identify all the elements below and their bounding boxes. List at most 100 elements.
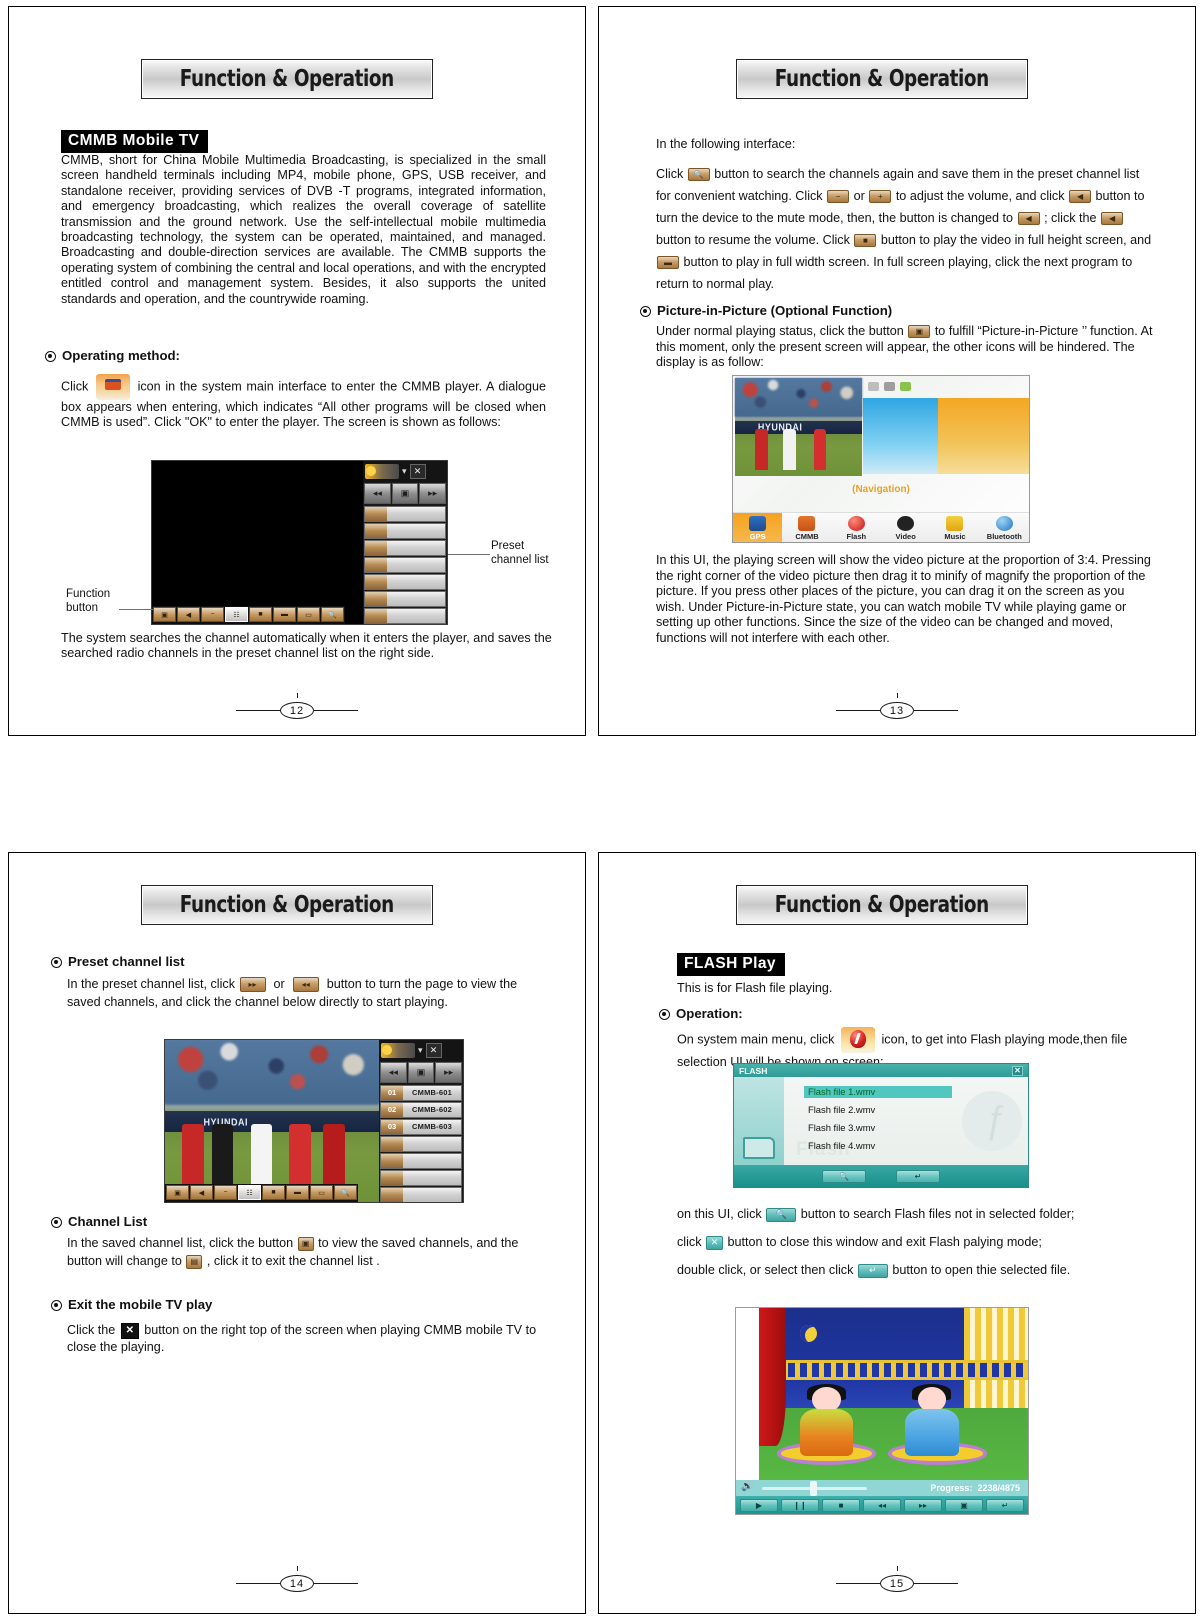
scoreboard-text: HYUNDAI xyxy=(203,1116,249,1128)
pause-button[interactable]: ❙❙ xyxy=(781,1498,819,1512)
flash-window-toolbar[interactable]: 🔍 ↵ xyxy=(734,1165,1028,1187)
rewind-button[interactable]: ◂◂ xyxy=(863,1498,901,1512)
flash-player-controls[interactable]: ▶ ❙❙ ■ ◂◂ ▸▸ ▣ ↵ xyxy=(736,1496,1028,1514)
page-number-14: 14 xyxy=(236,1575,358,1592)
muted-icon: ◀ xyxy=(1017,212,1040,226)
curtain xyxy=(759,1308,786,1446)
exit-button[interactable]: ↵ xyxy=(986,1498,1024,1512)
full-width-icon[interactable]: ▬ xyxy=(286,1185,309,1200)
table-row[interactable] xyxy=(380,1187,462,1202)
flash-file-list[interactable]: Flash Flash file 1.wmv Flash file 2.wmv … xyxy=(784,1077,1028,1165)
flash-progress-bar[interactable]: Progress: 2238/4875 xyxy=(736,1480,1028,1496)
close-icon[interactable]: ✕ xyxy=(1012,1065,1023,1076)
search-icon: 🔍 xyxy=(687,168,710,182)
pip-icon[interactable]: ▣ xyxy=(153,607,176,622)
folder-icon[interactable] xyxy=(743,1137,775,1159)
preset-callout-leader xyxy=(448,554,490,555)
mute-icon[interactable]: ◀ xyxy=(177,607,200,622)
list-item[interactable] xyxy=(364,591,446,607)
search-icon[interactable]: 🔍 xyxy=(822,1169,866,1183)
channel-name: CMMB-603 xyxy=(403,1120,461,1134)
page-12: Function & Operation CMMB Mobile TV CMMB… xyxy=(8,6,586,736)
actor-left xyxy=(794,1384,858,1456)
pip-closing-paragraph: In this UI, the playing screen will show… xyxy=(656,553,1151,645)
prev-page-button[interactable]: ◂◂ xyxy=(364,483,391,504)
widescreen-icon[interactable]: ▭ xyxy=(310,1185,333,1200)
stop-button[interactable]: ■ xyxy=(822,1498,860,1512)
volume-down-icon[interactable]: − xyxy=(214,1185,237,1200)
open-enter-icon: ↵ xyxy=(857,1263,888,1278)
search-icon[interactable]: 🔍 xyxy=(334,1185,357,1200)
volume-up-icon[interactable]: ☷ xyxy=(238,1185,261,1200)
page-15: Function & Operation FLASH Play This is … xyxy=(598,852,1196,1614)
slider-handle[interactable] xyxy=(810,1480,818,1496)
table-row[interactable]: 03 CMMB-603 xyxy=(380,1119,462,1135)
dock-item-music[interactable]: Music xyxy=(930,513,979,542)
table-row[interactable] xyxy=(380,1170,462,1186)
page-12-banner: Function & Operation xyxy=(141,59,433,99)
pip-icon[interactable]: ▣ xyxy=(166,1185,189,1200)
page-number-13: 13 xyxy=(836,702,958,719)
full-height-icon: ■ xyxy=(854,234,877,248)
dock-item-flash[interactable]: Flash xyxy=(832,513,881,542)
list-item[interactable] xyxy=(364,540,446,556)
volume-up-icon[interactable]: ☷ xyxy=(225,607,248,622)
list-item[interactable]: Flash file 4.wmv xyxy=(804,1140,879,1152)
progress-value: 2238/4875 xyxy=(977,1483,1020,1493)
pip-video-window[interactable]: HYUNDAI xyxy=(735,378,862,476)
full-width-icon[interactable]: ▬ xyxy=(273,607,296,622)
unmute-icon: ◀ xyxy=(1101,212,1124,226)
widescreen-icon[interactable]: ▭ xyxy=(297,607,320,622)
fullscreen-button[interactable]: ▣ xyxy=(945,1498,983,1512)
forward-button[interactable]: ▸▸ xyxy=(904,1498,942,1512)
hide-channel-list-icon: ▤ xyxy=(186,1254,203,1269)
list-item[interactable]: Flash file 2.wmv xyxy=(804,1104,879,1116)
page-number-value: 12 xyxy=(280,702,314,719)
flash-stage xyxy=(736,1308,1028,1480)
list-item[interactable] xyxy=(364,506,446,522)
table-row[interactable] xyxy=(380,1136,462,1152)
speaker-icon[interactable] xyxy=(741,1481,756,1494)
preset-text-a: In the preset channel list, click xyxy=(67,977,235,991)
table-row[interactable] xyxy=(380,1153,462,1169)
music-icon xyxy=(946,516,964,531)
dock-item-cmmb[interactable]: CMMB xyxy=(782,513,831,542)
flash-after-paragraph-1: on this UI, click 🔍 button to search Fla… xyxy=(677,1203,1157,1226)
table-row[interactable]: 01 CMMB-601 xyxy=(380,1085,462,1101)
next-page-button[interactable]: ▸▸ xyxy=(435,1062,463,1083)
dock-item-gps[interactable]: GPS xyxy=(733,513,783,542)
page-13-banner: Function & Operation xyxy=(736,59,1028,99)
table-row[interactable]: 02 CMMB-602 xyxy=(380,1102,462,1118)
bluetooth-icon xyxy=(995,516,1013,531)
list-item[interactable] xyxy=(364,557,446,573)
preset-channel-list[interactable]: 01 CMMB-601 02 CMMB-602 03 CMMB-603 xyxy=(380,1085,462,1202)
dock-item-bluetooth[interactable]: Bluetooth xyxy=(980,513,1029,542)
search-icon[interactable]: 🔍 xyxy=(321,607,344,622)
flash-after-paragraph-2: click ✕ button to close this window and … xyxy=(677,1231,1157,1254)
list-item[interactable] xyxy=(364,608,446,624)
close-icon[interactable]: ✕ xyxy=(425,1043,442,1058)
cmmb-channel-list-screenshot: HYUNDAI ▾ ✕ ◂◂ ▣ ▸▸ 01 CMMB-601 02 CMMB-… xyxy=(164,1039,464,1203)
main-menu-dock[interactable]: GPS CMMB Flash Video Music Bluetooth xyxy=(733,512,1029,542)
dock-item-video[interactable]: Video xyxy=(881,513,930,542)
volume-slider[interactable] xyxy=(762,1480,867,1496)
function-button-toolbar[interactable]: ▣ ◀ − ☷ ■ ▬ ▭ 🔍 xyxy=(165,1184,358,1202)
full-height-icon[interactable]: ■ xyxy=(262,1185,285,1200)
play-button[interactable]: ▶ xyxy=(740,1498,778,1512)
open-enter-icon[interactable]: ↵ xyxy=(896,1169,940,1183)
channel-list-button[interactable]: ▣ xyxy=(391,483,419,504)
full-height-icon[interactable]: ■ xyxy=(249,607,272,622)
next-page-button[interactable]: ▸▸ xyxy=(419,483,447,504)
list-item[interactable]: Flash file 3.wmv xyxy=(804,1122,879,1134)
prev-page-button[interactable]: ◂◂ xyxy=(380,1062,407,1083)
list-item[interactable] xyxy=(364,523,446,539)
mute-icon[interactable]: ◀ xyxy=(190,1185,213,1200)
flash-app-icon xyxy=(840,1027,875,1053)
volume-down-icon[interactable]: − xyxy=(201,607,224,622)
close-icon[interactable]: ✕ xyxy=(409,464,426,479)
function-button-toolbar[interactable]: ▣ ◀ − ☷ ■ ▬ ▭ 🔍 xyxy=(152,606,345,624)
list-item[interactable]: Flash file 1.wmv xyxy=(804,1086,952,1098)
channel-list-button[interactable]: ▣ xyxy=(407,1062,435,1083)
preset-channel-list[interactable] xyxy=(364,506,446,624)
list-item[interactable] xyxy=(364,574,446,590)
